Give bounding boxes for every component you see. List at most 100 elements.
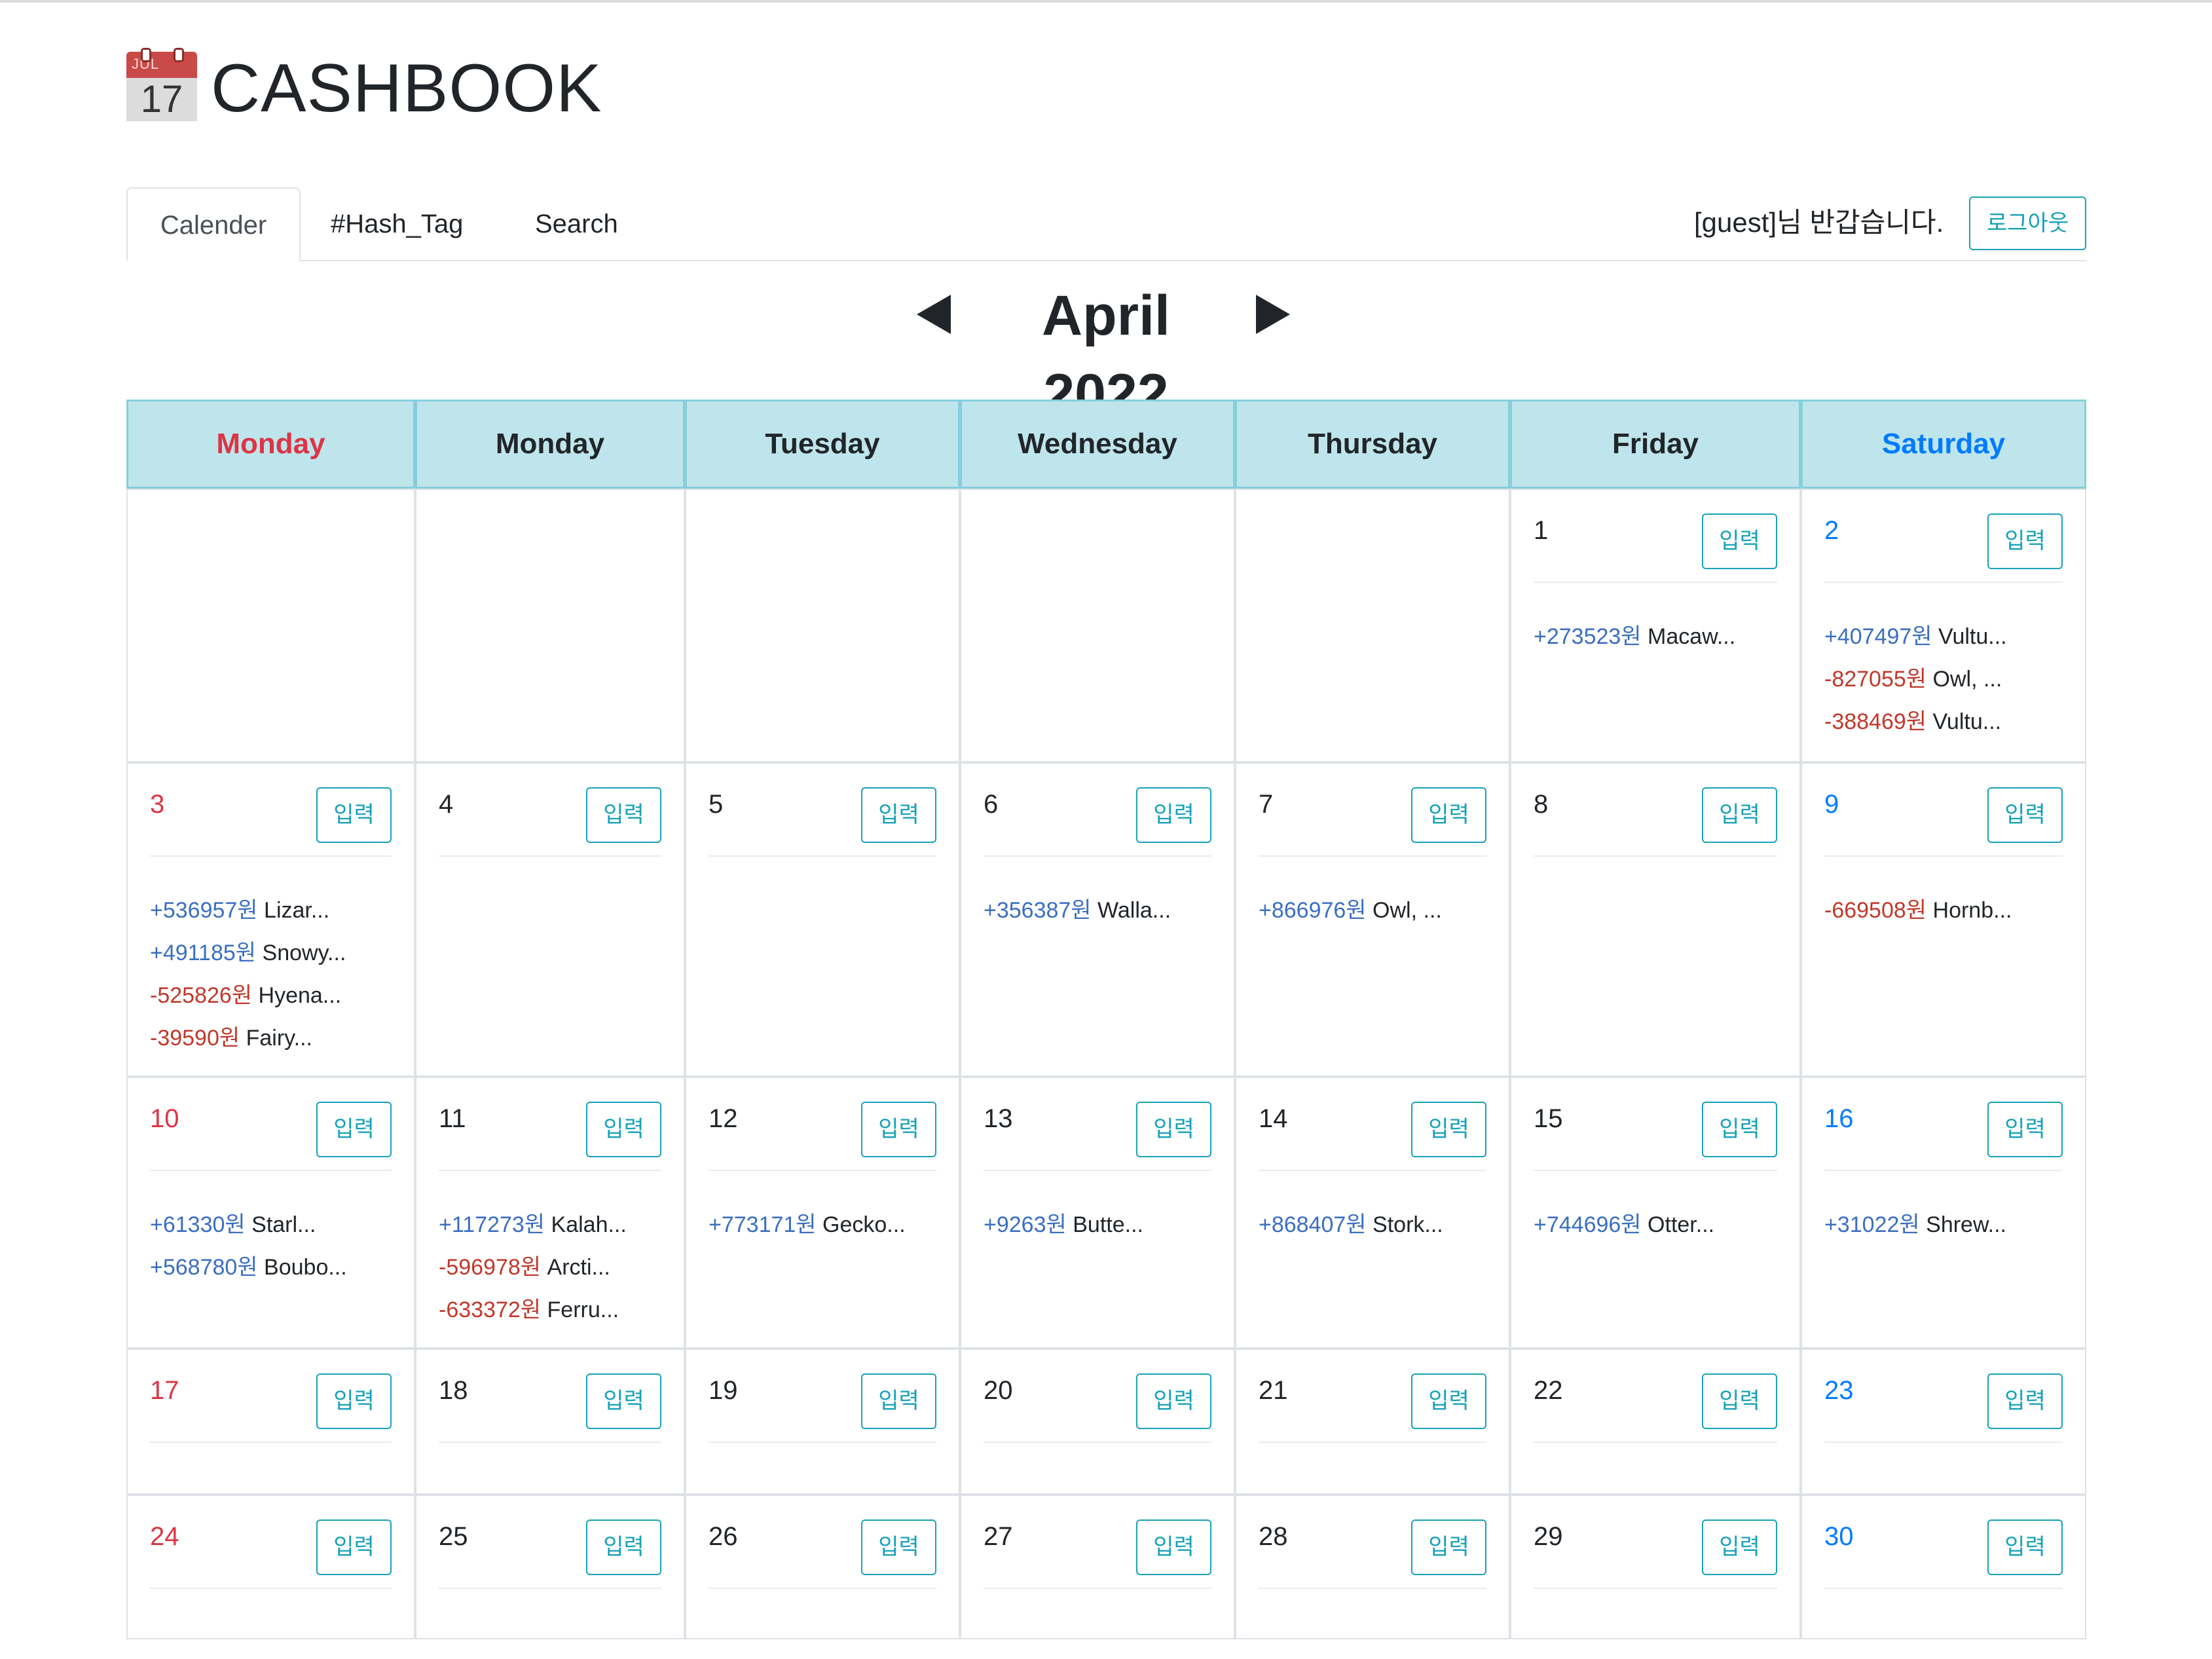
empty-day-cell <box>1235 489 1510 762</box>
day-number: 12 <box>709 1104 738 1133</box>
entry-amount-link[interactable]: +491185원 <box>150 941 256 965</box>
add-entry-button[interactable]: 입력 <box>586 1102 661 1157</box>
add-entry-button[interactable]: 입력 <box>1411 1373 1486 1429</box>
entry-amount-link[interactable]: +407497원 <box>1824 624 1932 649</box>
add-entry-button[interactable]: 입력 <box>1136 1519 1211 1575</box>
entry-amount-link[interactable]: +9263원 <box>984 1212 1067 1237</box>
entry-list: +273523원 Macaw... <box>1534 616 1793 658</box>
add-entry-button[interactable]: 입력 <box>1411 1102 1486 1157</box>
tab-calender[interactable]: Calender <box>126 187 301 261</box>
add-entry-button[interactable]: 입력 <box>1987 513 2063 569</box>
day-number: 23 <box>1824 1376 1854 1405</box>
day-cell: 13 입력 +9263원 Butte... <box>960 1077 1235 1349</box>
day-number: 26 <box>709 1522 738 1551</box>
entry-amount-link[interactable]: +868407원 <box>1259 1212 1367 1237</box>
weekday-header: Monday <box>415 400 685 489</box>
entry-amount-link[interactable]: +117273원 <box>439 1212 545 1237</box>
add-entry-button[interactable]: 입력 <box>861 1102 936 1157</box>
entry-amount-link[interactable]: -525826원 <box>150 983 252 1008</box>
day-divider <box>984 1588 1211 1589</box>
add-entry-button[interactable]: 입력 <box>1987 1373 2063 1429</box>
cash-entry: -633372원 Ferru... <box>439 1289 677 1332</box>
entry-amount-link[interactable]: +773171원 <box>709 1212 817 1237</box>
add-entry-button[interactable]: 입력 <box>316 1102 392 1157</box>
entry-amount-link[interactable]: +744696원 <box>1534 1212 1642 1237</box>
entry-amount-link[interactable]: +273523원 <box>1534 624 1642 649</box>
day-number: 8 <box>1534 790 1549 819</box>
entry-amount-link[interactable]: +356387원 <box>984 898 1092 923</box>
weekday-header: Thursday <box>1235 400 1510 489</box>
entry-amount-link[interactable]: +568780원 <box>150 1255 258 1280</box>
entry-amount-link[interactable]: -388469원 <box>1824 709 1926 734</box>
tab-search[interactable]: Search <box>535 187 618 261</box>
day-divider <box>150 1442 392 1443</box>
tab-hash-tag[interactable]: #Hash_Tag <box>331 187 463 261</box>
logout-button[interactable]: 로그아웃 <box>1969 196 2086 250</box>
day-cell: 8 입력 <box>1510 762 1801 1077</box>
entry-memo: Owl, ... <box>1373 898 1442 923</box>
day-number: 3 <box>150 790 165 819</box>
entry-list: +866976원 Owl, ... <box>1259 889 1502 932</box>
entry-memo: Arcti... <box>547 1255 610 1280</box>
add-entry-button[interactable]: 입력 <box>1702 787 1777 843</box>
next-month-arrow-icon[interactable] <box>1256 295 1290 334</box>
cash-entry: -39590원 Fairy... <box>150 1017 407 1060</box>
add-entry-button[interactable]: 입력 <box>1411 787 1486 843</box>
entry-list: +31022원 Shrew... <box>1824 1204 2078 1246</box>
add-entry-button[interactable]: 입력 <box>316 1373 392 1429</box>
entry-amount-link[interactable]: +61330원 <box>150 1212 246 1237</box>
day-divider <box>150 1588 392 1589</box>
entry-amount-link[interactable]: +866976원 <box>1259 898 1367 923</box>
add-entry-button[interactable]: 입력 <box>861 1519 936 1575</box>
day-number: 22 <box>1534 1376 1563 1405</box>
entry-amount-link[interactable]: +31022원 <box>1824 1212 1920 1237</box>
entry-memo: Hornb... <box>1932 898 2012 923</box>
day-cell: 3 입력 +536957원 Lizar... +491185원 Snowy... -52… <box>126 762 415 1077</box>
entry-list: +61330원 Starl... +568780원 Boubo... <box>150 1204 407 1289</box>
calendar-grid: Monday Monday Tuesday Wednesday Thursday Frid… <box>126 400 2086 1639</box>
day-divider <box>1534 582 1777 583</box>
entry-amount-link[interactable]: -39590원 <box>150 1026 240 1051</box>
entry-amount-link[interactable]: -827055원 <box>1824 667 1926 692</box>
empty-day-cell <box>126 489 415 762</box>
entry-amount-link[interactable]: +536957원 <box>150 898 258 923</box>
add-entry-button[interactable]: 입력 <box>1411 1519 1486 1575</box>
day-divider <box>1259 1442 1486 1443</box>
day-cell: 10 입력 +61330원 Starl... +568780원 Boubo... <box>126 1077 415 1349</box>
cash-entry: +868407원 Stork... <box>1259 1204 1502 1246</box>
day-divider <box>439 855 661 857</box>
add-entry-button[interactable]: 입력 <box>1987 1519 2063 1575</box>
day-number: 1 <box>1534 516 1549 545</box>
add-entry-button[interactable]: 입력 <box>861 1373 936 1429</box>
add-entry-button[interactable]: 입력 <box>586 787 661 843</box>
add-entry-button[interactable]: 입력 <box>1702 1373 1777 1429</box>
add-entry-button[interactable]: 입력 <box>1136 1102 1211 1157</box>
add-entry-button[interactable]: 입력 <box>1702 1519 1777 1575</box>
empty-day-cell <box>415 489 685 762</box>
day-divider <box>984 1442 1211 1443</box>
cash-entry: +536957원 Lizar... <box>150 889 407 932</box>
add-entry-button[interactable]: 입력 <box>316 787 392 843</box>
add-entry-button[interactable]: 입력 <box>1987 787 2063 843</box>
add-entry-button[interactable]: 입력 <box>316 1519 392 1575</box>
weekday-header: Saturday <box>1801 400 2086 489</box>
cash-entry: -669508원 Hornb... <box>1824 889 2078 932</box>
day-divider <box>984 855 1211 857</box>
add-entry-button[interactable]: 입력 <box>1702 513 1777 569</box>
entry-amount-link[interactable]: -596978원 <box>439 1255 541 1280</box>
add-entry-button[interactable]: 입력 <box>861 787 936 843</box>
add-entry-button[interactable]: 입력 <box>586 1519 661 1575</box>
add-entry-button[interactable]: 입력 <box>1136 787 1211 843</box>
add-entry-button[interactable]: 입력 <box>586 1373 661 1429</box>
entry-amount-link[interactable]: -669508원 <box>1824 898 1926 923</box>
add-entry-button[interactable]: 입력 <box>1702 1102 1777 1157</box>
day-number: 7 <box>1259 790 1274 819</box>
entry-amount-link[interactable]: -633372원 <box>439 1297 541 1322</box>
calendar-icon: JUL 17 <box>126 48 197 121</box>
add-entry-button[interactable]: 입력 <box>1987 1102 2063 1157</box>
prev-month-arrow-icon[interactable] <box>917 295 951 334</box>
cash-entry: +31022원 Shrew... <box>1824 1204 2078 1246</box>
cash-entry: +773171원 Gecko... <box>709 1204 952 1246</box>
day-number: 9 <box>1824 790 1839 819</box>
add-entry-button[interactable]: 입력 <box>1136 1373 1211 1429</box>
